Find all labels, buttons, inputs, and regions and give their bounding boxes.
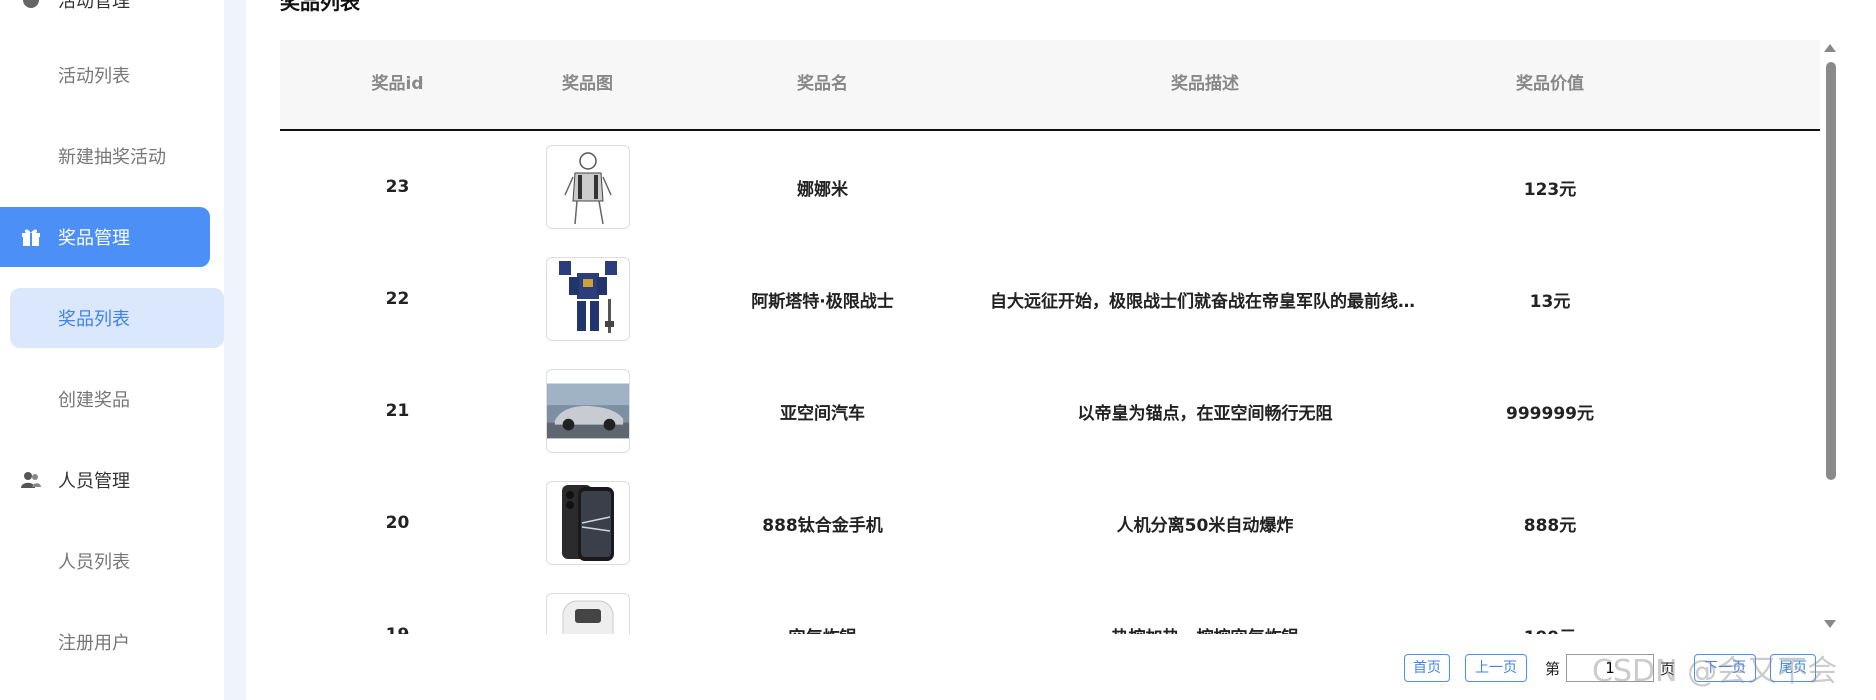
prize-name: 亚空间汽车 xyxy=(780,403,865,424)
sidebar-item-register-user[interactable]: 注册用户 xyxy=(0,612,210,672)
sidebar-group-activity[interactable]: 活动管理 xyxy=(0,0,210,30)
prize-image-cell xyxy=(515,131,660,243)
prize-id: 21 xyxy=(385,401,410,421)
prize-description xyxy=(985,131,1425,243)
sidebar-item-activity-list[interactable]: 活动列表 xyxy=(0,45,210,105)
prize-name: 阿斯塔特·极限战士 xyxy=(751,291,894,312)
table-row[interactable]: 21 亚空间汽车 以帝皇为锚点，在亚空间畅行无阻 999999元 xyxy=(280,355,1820,467)
armored-warrior-image xyxy=(558,261,617,333)
sidebar-item-label: 注册用户 xyxy=(58,633,130,654)
prize-value: 999999元 xyxy=(1506,403,1594,424)
column-header-name: 奖品名 xyxy=(797,74,848,94)
prize-thumbnail[interactable] xyxy=(545,369,630,453)
prize-name: 空气炸锅 xyxy=(660,579,985,635)
sidebar-group-prize-management[interactable]: 奖品管理 xyxy=(0,207,210,267)
sketch-figure-image xyxy=(563,152,612,225)
sidebar-item-prize-list[interactable]: 奖品列表 xyxy=(10,288,224,348)
prize-id: 22 xyxy=(385,289,410,309)
sidebar-group-staff-management[interactable]: 人员管理 xyxy=(0,450,210,510)
sidebar-item-label: 奖品列表 xyxy=(58,309,130,330)
prize-description: 自大远征开始，极限战士们就奋战在帝皇军队的最前线，为帝国征服了无数星球 xyxy=(985,243,1425,355)
gift-icon xyxy=(22,229,40,246)
page-suffix-label: 页 xyxy=(1660,660,1676,678)
prize-image-cell xyxy=(515,467,660,579)
prize-image-cell xyxy=(515,355,660,467)
sidebar: 活动管理 活动列表 新建抽奖活动 奖品管理 奖品列表 创建奖品 人员管理 人员列… xyxy=(0,0,224,700)
scroll-up-arrow-icon[interactable] xyxy=(1824,44,1836,52)
phone-image xyxy=(561,485,614,561)
prize-thumbnail[interactable] xyxy=(545,257,630,341)
sidebar-item-staff-list[interactable]: 人员列表 xyxy=(0,531,210,591)
activity-icon xyxy=(23,0,39,8)
prize-description-text: 以帝皇为锚点，在亚空间畅行无阻 xyxy=(1077,403,1333,424)
prize-image-cell xyxy=(515,243,660,355)
prize-thumbnail[interactable] xyxy=(545,593,630,634)
next-page-button[interactable]: 下一页 xyxy=(1694,654,1756,682)
prev-page-button[interactable]: 上一页 xyxy=(1465,654,1527,682)
sidebar-group-label: 奖品管理 xyxy=(58,228,130,249)
sidebar-group-label: 活动管理 xyxy=(58,0,130,12)
prize-value: 13元 xyxy=(1529,291,1571,312)
scrollbar-thumb[interactable] xyxy=(1826,62,1836,480)
prize-value: 199元 xyxy=(1425,579,1675,635)
prize-value: 123元 xyxy=(1523,179,1577,200)
column-header-image: 奖品图 xyxy=(562,74,613,94)
prize-thumbnail[interactable] xyxy=(545,481,630,565)
prize-name: 娜娜米 xyxy=(797,179,848,200)
prize-description-text: 人机分离50米自动爆炸 xyxy=(1116,515,1294,536)
column-header-value: 奖品价值 xyxy=(1516,74,1584,94)
table-header: 奖品id 奖品图 奖品名 奖品描述 奖品价值 xyxy=(280,40,1820,131)
air-fryer-image xyxy=(562,600,613,634)
column-header-description: 奖品描述 xyxy=(1171,74,1239,94)
sidebar-item-label: 创建奖品 xyxy=(58,390,130,411)
sidebar-item-label: 人员列表 xyxy=(58,552,130,573)
prize-value: 888元 xyxy=(1523,515,1577,536)
page-number-input[interactable] xyxy=(1566,654,1654,682)
sidebar-item-new-lottery[interactable]: 新建抽奖活动 xyxy=(0,126,210,186)
prize-table: 奖品id 奖品图 奖品名 奖品描述 奖品价值 23 娜娜米 123元 22 阿斯… xyxy=(280,40,1820,634)
silver-car-image xyxy=(546,383,629,439)
column-header-id: 奖品id xyxy=(371,74,424,94)
page-title: 奖品列表 xyxy=(280,0,360,14)
prize-image-cell xyxy=(515,579,660,634)
first-page-button[interactable]: 首页 xyxy=(1404,654,1450,682)
prize-description: 人机分离50米自动爆炸 xyxy=(985,467,1425,579)
prize-id: 19 xyxy=(280,579,515,634)
table-row[interactable]: 23 娜娜米 123元 xyxy=(280,131,1820,243)
table-row[interactable]: 20 888钛合金手机 人机分离50米自动爆炸 888元 xyxy=(280,467,1820,579)
prize-description: 热控加热，控控空气炸锅 xyxy=(985,579,1425,635)
users-icon xyxy=(21,472,41,488)
table-row[interactable]: 22 阿斯塔特·极限战士 自大远征开始，极限战士们就奋战在帝皇军队的最前线，为帝 xyxy=(280,243,1820,355)
sidebar-item-label: 活动列表 xyxy=(58,66,130,87)
sidebar-divider xyxy=(224,0,246,700)
prize-description-text: 热控加热，控控空气炸锅 xyxy=(1112,623,1299,635)
prize-description-text: 自大远征开始，极限战士们就奋战在帝皇军队的最前线，为帝国征服了无数星球 xyxy=(990,291,1420,312)
table-row[interactable]: 19 空气炸锅 热控加热，控控空气炸锅 199元 xyxy=(280,579,1820,634)
prize-description: 以帝皇为锚点，在亚空间畅行无阻 xyxy=(985,355,1425,467)
prize-id: 20 xyxy=(385,513,410,533)
sidebar-item-create-prize[interactable]: 创建奖品 xyxy=(0,369,210,429)
prize-thumbnail[interactable] xyxy=(545,145,630,229)
last-page-button[interactable]: 尾页 xyxy=(1770,654,1816,682)
prize-name: 888钛合金手机 xyxy=(762,515,883,536)
prize-id: 23 xyxy=(385,177,410,197)
page-prefix-label: 第 xyxy=(1545,660,1561,678)
sidebar-group-label: 人员管理 xyxy=(58,471,130,492)
scroll-down-arrow-icon[interactable] xyxy=(1824,620,1836,628)
sidebar-item-label: 新建抽奖活动 xyxy=(58,147,166,168)
